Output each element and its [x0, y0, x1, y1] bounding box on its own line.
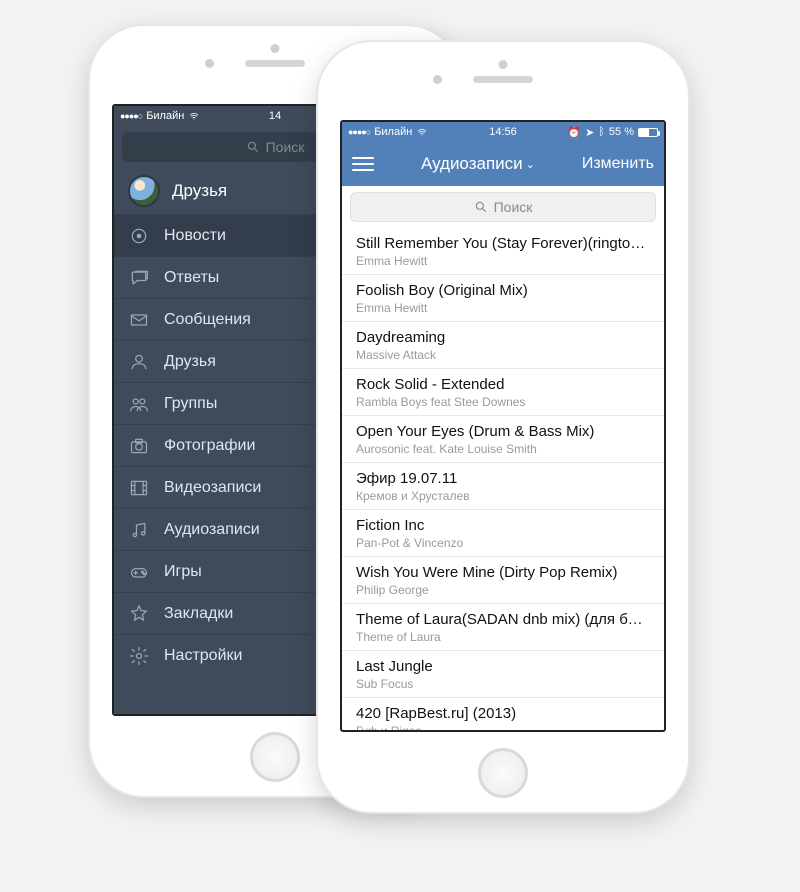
- signal-icon: ●●●●○: [348, 127, 370, 137]
- track-row[interactable]: Rock Solid - ExtendedRambla Boys feat St…: [342, 369, 664, 416]
- track-artist: Pan-Pot & Vincenzo: [356, 536, 650, 550]
- nav-title-dropdown[interactable]: Аудиозаписи ⌄: [421, 154, 535, 174]
- games-icon: [128, 562, 150, 582]
- phone-earpiece: [245, 60, 305, 67]
- track-row[interactable]: Wish You Were Mine (Dirty Pop Remix)Phil…: [342, 557, 664, 604]
- track-artist: Massive Attack: [356, 348, 650, 362]
- battery-icon: [638, 128, 658, 137]
- track-artist: Aurosonic feat. Kate Louise Smith: [356, 442, 650, 456]
- news-icon: [128, 226, 150, 246]
- track-row[interactable]: Theme of Laura(SADAN dnb mix) (для бега …: [342, 604, 664, 651]
- track-artist: Emma Hewitt: [356, 254, 650, 268]
- screen-audio: ●●●●○ Билайн 14:56 ⏰ ➤ ᛒ 55 % Аудиозапис…: [340, 120, 666, 732]
- track-artist: Philip George: [356, 583, 650, 597]
- track-row[interactable]: Open Your Eyes (Drum & Bass Mix)Aurosoni…: [342, 416, 664, 463]
- videos-icon: [128, 478, 150, 498]
- track-title: 420 [RapBest.ru] (2013): [356, 705, 650, 723]
- track-title: Daydreaming: [356, 329, 650, 347]
- sidebar-item-label: Новости: [164, 227, 226, 245]
- carrier-label: Билайн: [374, 126, 412, 138]
- track-row[interactable]: Last JungleSub Focus: [342, 651, 664, 698]
- search-placeholder: Поиск: [494, 199, 533, 215]
- sidebar-item-label: Сообщения: [164, 311, 251, 329]
- bluetooth-icon: ᛒ: [598, 126, 605, 138]
- signal-icon: ●●●●○: [120, 111, 142, 121]
- profile-label: Друзья: [172, 181, 227, 201]
- phone-sensor: [499, 60, 508, 69]
- track-row[interactable]: DaydreamingMassive Attack: [342, 322, 664, 369]
- status-bar: ●●●●○ Билайн 14:56 ⏰ ➤ ᛒ 55 %: [342, 122, 664, 142]
- track-artist: Emma Hewitt: [356, 301, 650, 315]
- sidebar-item-label: Группы: [164, 395, 217, 413]
- alarm-icon: ⏰: [567, 126, 581, 139]
- sidebar-item-label: Настройки: [164, 647, 242, 665]
- photos-icon: [128, 436, 150, 456]
- wifi-icon: [416, 128, 428, 137]
- track-title: Эфир 19.07.11: [356, 470, 650, 488]
- track-artist: Theme of Laura: [356, 630, 650, 644]
- track-title: Last Jungle: [356, 658, 650, 676]
- audio-icon: [128, 520, 150, 540]
- track-title: Rock Solid - Extended: [356, 376, 650, 394]
- track-row[interactable]: Fiction IncPan-Pot & Vincenzo: [342, 510, 664, 557]
- search-input[interactable]: Поиск: [350, 192, 656, 222]
- track-title: Theme of Laura(SADAN dnb mix) (для бега …: [356, 611, 650, 629]
- nav-bar: Аудиозаписи ⌄ Изменить: [342, 142, 664, 186]
- status-time: 14:56: [489, 126, 517, 138]
- track-artist: Кремов и Хрусталев: [356, 489, 650, 503]
- track-title: Still Remember You (Stay Forever)(ringto…: [356, 235, 650, 253]
- track-artist: Rambla Boys feat Stee Downes: [356, 395, 650, 409]
- sidebar-item-label: Видеозаписи: [164, 479, 261, 497]
- track-row[interactable]: Foolish Boy (Original Mix)Emma Hewitt: [342, 275, 664, 322]
- edit-button[interactable]: Изменить: [582, 155, 654, 173]
- home-button[interactable]: [478, 748, 528, 798]
- search-placeholder: Поиск: [266, 139, 305, 155]
- sidebar-item-label: Ответы: [164, 269, 219, 287]
- phone-device-front: ●●●●○ Билайн 14:56 ⏰ ➤ ᛒ 55 % Аудиозапис…: [318, 42, 688, 812]
- sidebar-item-label: Аудиозаписи: [164, 521, 260, 539]
- bookmarks-icon: [128, 604, 150, 624]
- track-row[interactable]: Still Remember You (Stay Forever)(ringto…: [342, 228, 664, 275]
- track-title: Wish You Were Mine (Dirty Pop Remix): [356, 564, 650, 582]
- track-row[interactable]: 420 [RapBest.ru] (2013)Гуф и Rigos: [342, 698, 664, 732]
- battery-pct: 55 %: [609, 126, 634, 138]
- track-title: Open Your Eyes (Drum & Bass Mix): [356, 423, 650, 441]
- wifi-icon: [188, 112, 200, 121]
- avatar: [128, 175, 160, 207]
- mail-icon: [128, 310, 150, 330]
- track-row[interactable]: Эфир 19.07.11Кремов и Хрусталев: [342, 463, 664, 510]
- location-icon: ➤: [585, 126, 594, 139]
- chevron-down-icon: ⌄: [526, 158, 535, 171]
- track-title: Foolish Boy (Original Mix): [356, 282, 650, 300]
- search-icon: [474, 200, 488, 214]
- sidebar-item-label: Игры: [164, 563, 202, 581]
- home-button[interactable]: [250, 732, 300, 782]
- search-icon: [246, 140, 260, 154]
- nav-title: Аудиозаписи: [421, 154, 523, 174]
- phone-earpiece: [473, 76, 533, 83]
- friends-icon: [128, 352, 150, 372]
- sidebar-item-label: Друзья: [164, 353, 216, 371]
- groups-icon: [128, 394, 150, 414]
- sidebar-item-label: Закладки: [164, 605, 233, 623]
- track-artist: Sub Focus: [356, 677, 650, 691]
- phone-camera: [205, 59, 214, 68]
- menu-button[interactable]: [352, 157, 374, 171]
- track-artist: Гуф и Rigos: [356, 724, 650, 732]
- track-title: Fiction Inc: [356, 517, 650, 535]
- track-list[interactable]: Still Remember You (Stay Forever)(ringto…: [342, 228, 664, 732]
- status-time: 14: [269, 110, 281, 122]
- sidebar-item-label: Фотографии: [164, 437, 255, 455]
- phone-sensor: [271, 44, 280, 53]
- settings-icon: [128, 646, 150, 666]
- replies-icon: [128, 268, 150, 288]
- carrier-label: Билайн: [146, 110, 184, 122]
- phone-camera: [433, 75, 442, 84]
